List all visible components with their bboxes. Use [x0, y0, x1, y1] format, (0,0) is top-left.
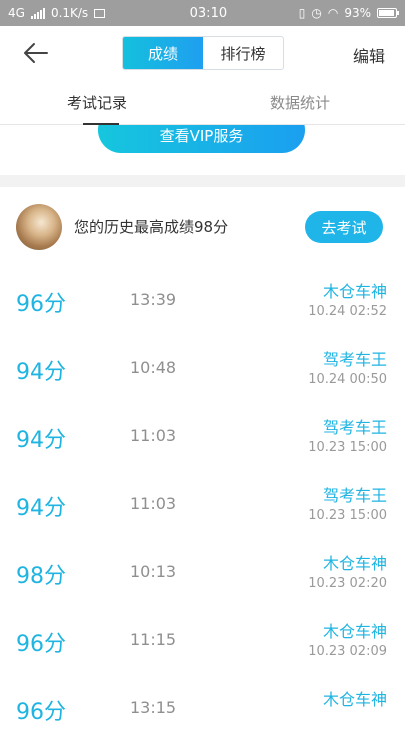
record-date: 10.23 02:20: [308, 576, 387, 591]
record-rank: 木仓车神: [322, 622, 387, 641]
record-rank: 驾考车王: [322, 418, 387, 437]
record-score: 96分: [16, 292, 66, 317]
vip-section: 查看VIP服务: [0, 125, 405, 175]
tab-exam-records[interactable]: 考试记录: [67, 92, 127, 113]
signal-icon: [30, 7, 45, 19]
record-duration: 10:13: [130, 562, 177, 581]
list-item[interactable]: 96分 11:15 木仓车神 10.23 02:09: [0, 606, 405, 674]
sub-tabs: 考试记录 数据统计: [0, 80, 405, 125]
record-score: 96分: [16, 632, 66, 657]
alarm-icon: ◷: [311, 6, 322, 20]
record-date: 10.24 02:52: [308, 304, 387, 319]
notification-icon: [94, 8, 106, 18]
status-bar: 4G 0.1K/s 03:10 ▯ ◷ ◠ 93%: [0, 0, 405, 26]
list-item[interactable]: 94分 10:48 驾考车王 10.24 00:50: [0, 334, 405, 402]
record-rank: 木仓车神: [322, 282, 387, 301]
list-item[interactable]: 96分 13:39 木仓车神 10.24 02:52: [0, 266, 405, 334]
record-duration: 10:48: [130, 358, 177, 377]
clock: 03:10: [189, 5, 228, 21]
edit-button[interactable]: 编辑: [353, 43, 385, 67]
record-date: 10.23 02:09: [308, 644, 387, 659]
best-score-text: 您的历史最高成绩98分: [74, 218, 229, 236]
record-score: 98分: [16, 564, 66, 589]
segment-leaderboard[interactable]: 排行榜: [203, 37, 283, 69]
record-duration: 11:03: [130, 426, 177, 445]
list-item[interactable]: 94分 11:03 驾考车王 10.23 15:00: [0, 470, 405, 538]
vibrate-icon: ▯: [298, 6, 306, 20]
go-exam-button[interactable]: 去考试: [305, 211, 383, 243]
network-speed: 0.1K/s: [50, 6, 89, 20]
wifi-icon: ◠: [327, 6, 339, 20]
back-arrow-icon[interactable]: [20, 38, 50, 68]
record-score: 96分: [16, 700, 66, 725]
segment-score[interactable]: 成绩: [123, 37, 203, 69]
record-duration: 13:39: [130, 290, 177, 309]
best-score-row: 您的历史最高成绩98分 去考试: [0, 187, 405, 265]
record-date: 10.23 15:00: [308, 508, 387, 523]
record-score: 94分: [16, 360, 66, 385]
record-rank: 驾考车王: [322, 350, 387, 369]
network-type: 4G: [8, 6, 25, 20]
divider: [0, 175, 405, 187]
record-date: 10.24 00:50: [308, 372, 387, 387]
tab-data-stats[interactable]: 数据统计: [270, 92, 330, 113]
record-duration: 11:15: [130, 630, 177, 649]
record-rank: 木仓车神: [322, 690, 387, 709]
record-rank: 木仓车神: [322, 554, 387, 573]
list-item[interactable]: 98分 10:13 木仓车神 10.23 02:20: [0, 538, 405, 606]
battery-icon: [377, 8, 399, 18]
record-duration: 11:03: [130, 494, 177, 513]
record-rank: 驾考车王: [322, 486, 387, 505]
avatar: [16, 204, 62, 250]
battery-percent: 93%: [344, 6, 371, 20]
record-date: 10.23 15:00: [308, 440, 387, 455]
segmented-control: 成绩 排行榜: [122, 36, 284, 70]
vip-button[interactable]: 查看VIP服务: [98, 125, 305, 153]
record-duration: 13:15: [130, 698, 177, 717]
list-item[interactable]: 96分 13:15 木仓车神: [0, 674, 405, 742]
records-list: 96分 13:39 木仓车神 10.24 02:52 94分 10:48 驾考车王 10.24…: [0, 266, 405, 742]
list-item[interactable]: 94分 11:03 驾考车王 10.23 15:00: [0, 402, 405, 470]
record-score: 94分: [16, 496, 66, 521]
header: 成绩 排行榜 编辑: [0, 26, 405, 80]
record-score: 94分: [16, 428, 66, 453]
